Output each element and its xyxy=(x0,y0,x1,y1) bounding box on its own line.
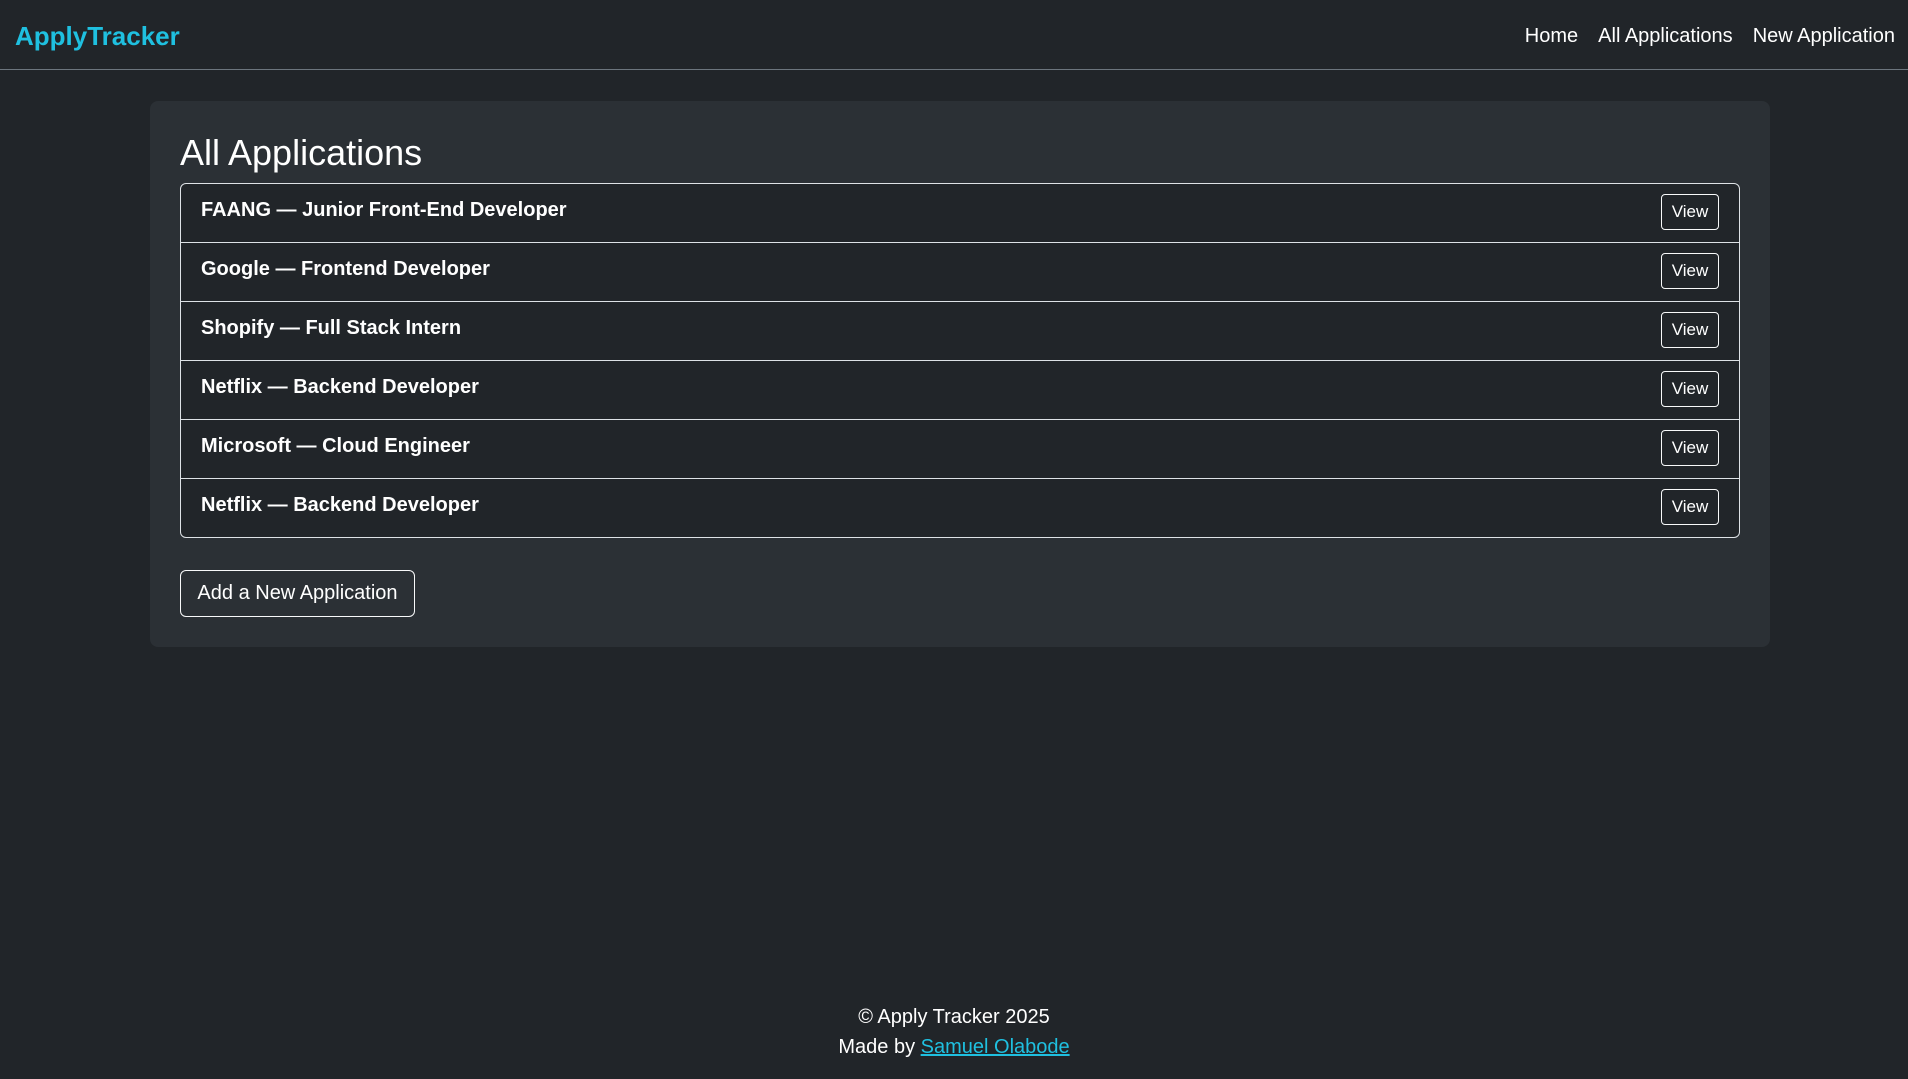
copyright-text: © Apply Tracker 2025 xyxy=(858,1006,1050,1028)
page-title: All Applications xyxy=(180,132,423,173)
application-title: FAANG — Junior Front-End Developer xyxy=(201,199,567,221)
page-footer: © Apply Tracker 2025 Made by Samuel Olab… xyxy=(0,1002,1908,1062)
list-item: Shopify — Full Stack Intern View xyxy=(181,302,1739,361)
list-item: FAANG — Junior Front-End Developer View xyxy=(181,184,1739,243)
list-item: Microsoft — Cloud Engineer View xyxy=(181,420,1739,479)
view-button[interactable]: View xyxy=(1661,253,1719,289)
applications-list: FAANG — Junior Front-End Developer View … xyxy=(180,183,1740,538)
nav-links: Home All Applications New Application xyxy=(1525,22,1895,50)
brand-logo-link[interactable]: ApplyTracker xyxy=(15,20,180,52)
made-by-line: Made by Samuel Olabode xyxy=(0,1032,1908,1062)
view-button[interactable]: View xyxy=(1661,371,1719,407)
top-navbar: ApplyTracker Home All Applications New A… xyxy=(0,0,1908,70)
application-title: Shopify — Full Stack Intern xyxy=(201,317,462,339)
view-button[interactable]: View xyxy=(1661,194,1719,230)
view-button[interactable]: View xyxy=(1661,489,1719,525)
list-item: Netflix — Backend Developer View xyxy=(181,479,1739,537)
add-new-application-button[interactable]: Add a New Application xyxy=(180,570,415,617)
list-item: Netflix — Backend Developer View xyxy=(181,361,1739,420)
nav-link-all-applications[interactable]: All Applications xyxy=(1598,22,1733,50)
author-link[interactable]: Samuel Olabode xyxy=(921,1036,1070,1058)
view-button[interactable]: View xyxy=(1661,430,1719,466)
nav-link-new-application[interactable]: New Application xyxy=(1753,22,1895,50)
applications-card: All Applications FAANG — Junior Front-En… xyxy=(150,101,1770,647)
nav-link-home[interactable]: Home xyxy=(1525,22,1578,50)
made-by-prefix: Made by xyxy=(838,1036,916,1058)
application-title: Google — Frontend Developer xyxy=(201,258,490,280)
application-title: Microsoft — Cloud Engineer xyxy=(201,435,470,457)
view-button[interactable]: View xyxy=(1661,312,1719,348)
application-title: Netflix — Backend Developer xyxy=(201,376,479,398)
application-title: Netflix — Backend Developer xyxy=(201,494,479,516)
list-item: Google — Frontend Developer View xyxy=(181,243,1739,302)
